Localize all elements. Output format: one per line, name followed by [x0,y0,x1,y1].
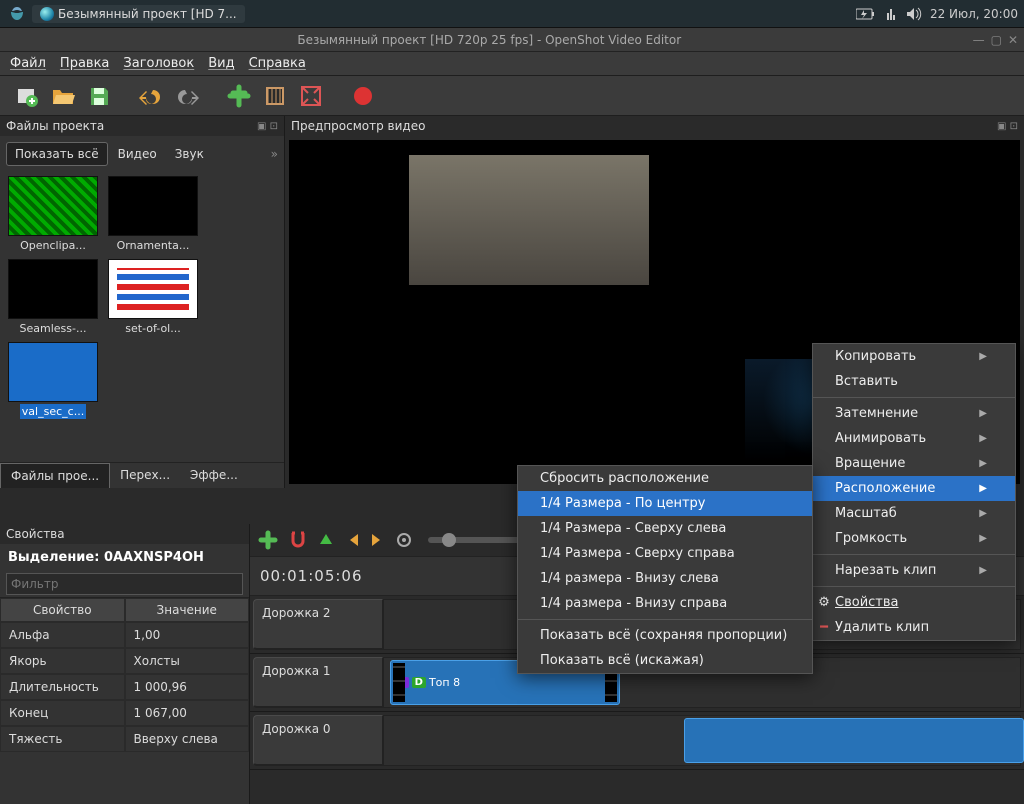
project-file-item[interactable]: Seamless-... [6,259,100,336]
filter-tab-video[interactable]: Видео [110,143,165,165]
taskbar-app-button[interactable]: Безымянный проект [HD 7... [32,5,245,23]
submenu-item[interactable]: 1/4 размера - Внизу слева [518,566,812,591]
context-item-paste[interactable]: Вставить [813,369,1015,394]
context-item-copy[interactable]: Копировать▶ [813,344,1015,369]
taskbar-app-label: Безымянный проект [HD 7... [58,7,237,21]
minimize-icon[interactable]: — [973,33,985,47]
fullscreen-button[interactable] [298,83,324,109]
snap-button[interactable] [288,530,308,550]
context-item-animate[interactable]: Анимировать▶ [813,426,1015,451]
maximize-icon[interactable]: ▢ [991,33,1002,47]
context-item-slice[interactable]: Нарезать клип▶ [813,558,1015,583]
menu-help[interactable]: Справка [249,56,306,71]
project-files-grid: Openclipa... Ornamenta... Seamless-... s… [0,170,284,425]
project-file-item[interactable]: set-of-ol... [106,259,200,336]
project-file-item[interactable]: Openclipa... [6,176,100,253]
property-row[interactable]: Длительность1 000,96 [0,674,249,700]
submenu-item[interactable]: Показать всё (сохраняя пропорции) [518,623,812,648]
properties-col-value[interactable]: Значение [125,598,250,622]
context-item-delete[interactable]: ━Удалить клип [813,615,1015,640]
preview-clip-thumbnail [409,155,649,285]
context-menu-clip: Копировать▶ Вставить Затемнение▶ Анимиро… [812,343,1016,641]
system-taskbar: Безымянный проект [HD 7... 22 Июл, 20:00 [0,0,1024,28]
gear-icon: ⚙ [817,595,831,610]
properties-col-name[interactable]: Свойство [0,598,125,622]
track-header[interactable]: Дорожка 1 [253,657,383,708]
panel-controls-icon[interactable]: ▣ ⊡ [257,121,278,132]
submenu-item[interactable]: 1/4 Размера - Сверху слева [518,516,812,541]
taskbar-clock[interactable]: 22 Июл, 20:00 [930,7,1018,21]
selection-label: Выделение: 0AAXNSP4OH [0,544,249,571]
timeline-track[interactable]: Дорожка 0 [250,712,1024,770]
close-icon[interactable]: ✕ [1008,33,1018,47]
add-track-button[interactable] [258,530,278,550]
tab-effects[interactable]: Эффе... [180,463,248,488]
track-header[interactable]: Дорожка 0 [253,715,383,766]
volume-icon[interactable] [906,7,922,21]
new-project-button[interactable] [14,83,40,109]
more-icon[interactable]: » [271,147,278,161]
menu-edit[interactable]: Правка [60,56,109,71]
marker-button[interactable] [318,532,334,548]
submenu-item[interactable]: 1/4 Размера - По центру [518,491,812,516]
globe-icon [40,7,54,21]
effect-badge: D [412,677,426,688]
window-title: Безымянный проект [HD 720p 25 fps] - Ope… [6,33,973,47]
timeline-timecode: 00:01:05:06 [260,567,363,585]
redo-button[interactable] [174,83,200,109]
center-playhead-button[interactable] [396,532,412,548]
submenu-item[interactable]: 1/4 размера - Внизу справа [518,591,812,616]
property-row[interactable]: Альфа1,00 [0,622,249,648]
project-file-item[interactable]: Ornamenta... [106,176,200,253]
export-button[interactable] [350,83,376,109]
open-project-button[interactable] [50,83,76,109]
filter-tab-all[interactable]: Показать всё [6,142,108,166]
context-item-volume[interactable]: Громкость▶ [813,526,1015,551]
properties-title: Свойства [6,527,65,541]
network-icon[interactable] [884,7,898,21]
prev-marker-button[interactable] [344,532,360,548]
context-item-layout[interactable]: Расположение▶ [813,476,1015,501]
submenu-item[interactable]: Сбросить расположение [518,466,812,491]
properties-panel: Свойства Выделение: 0AAXNSP4OH Свойство … [0,524,250,804]
timeline-clip[interactable] [684,718,1024,763]
properties-table: Свойство Значение Альфа1,00 ЯкорьХолсты … [0,597,249,752]
window-titlebar: Безымянный проект [HD 720p 25 fps] - Ope… [0,28,1024,52]
delete-icon: ━ [817,620,831,635]
context-item-scale[interactable]: Масштаб▶ [813,501,1015,526]
toolbar [0,76,1024,116]
save-project-button[interactable] [86,83,112,109]
property-row[interactable]: ЯкорьХолсты [0,648,249,674]
property-row[interactable]: Конец1 067,00 [0,700,249,726]
panel-controls-icon[interactable]: ▣ ⊡ [997,121,1018,132]
context-submenu-layout: Сбросить расположение 1/4 Размера - По ц… [517,465,813,674]
track-header[interactable]: Дорожка 2 [253,599,383,650]
clip-label: Топ 8 [429,676,460,689]
app-menu-icon[interactable] [6,3,28,25]
context-item-properties[interactable]: ⚙Свойства [813,590,1015,615]
menu-view[interactable]: Вид [208,56,234,71]
filter-tab-audio[interactable]: Звук [167,143,212,165]
import-files-button[interactable] [226,83,252,109]
preview-title: Предпросмотр видео [291,119,425,133]
project-files-title: Файлы проекта [6,119,104,133]
project-files-panel: Файлы проекта ▣ ⊡ Показать всё Видео Зву… [0,116,285,488]
menu-file[interactable]: Файл [10,56,46,71]
battery-icon[interactable] [856,8,876,20]
properties-filter-input[interactable] [6,573,243,595]
profiles-button[interactable] [262,83,288,109]
submenu-item[interactable]: Показать всё (искажая) [518,648,812,673]
menubar: Файл Правка Заголовок Вид Справка [0,52,1024,76]
context-item-rotate[interactable]: Вращение▶ [813,451,1015,476]
context-item-fade[interactable]: Затемнение▶ [813,401,1015,426]
tab-project-files[interactable]: Файлы прое... [0,463,110,488]
property-row[interactable]: ТяжестьВверху слева [0,726,249,752]
tab-transitions[interactable]: Перех... [110,463,180,488]
menu-title[interactable]: Заголовок [123,56,194,71]
project-file-item[interactable]: val_sec_c... [6,342,100,419]
undo-button[interactable] [138,83,164,109]
submenu-item[interactable]: 1/4 Размера - Сверху справа [518,541,812,566]
next-marker-button[interactable] [370,532,386,548]
